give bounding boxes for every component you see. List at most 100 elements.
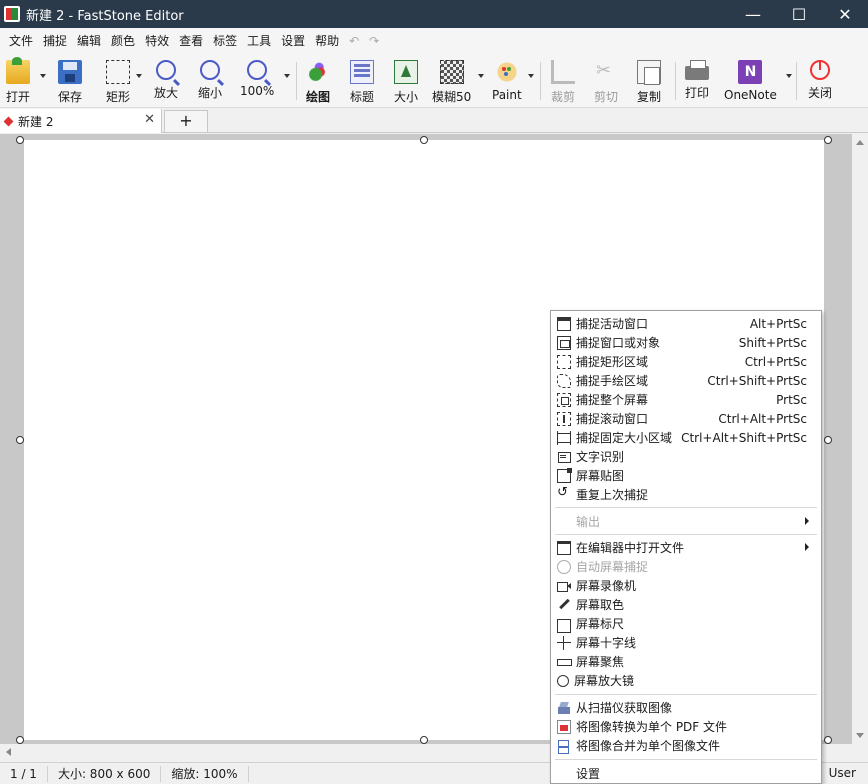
menu-item-magnifier[interactable]: 屏幕放大镜 (553, 671, 819, 690)
resize-handle[interactable] (420, 736, 428, 744)
menu-item-repeat-capture[interactable]: 重复上次捕捉 (553, 485, 819, 504)
menu-tabs[interactable]: 标签 (208, 28, 242, 54)
menu-help[interactable]: 帮助 (310, 28, 344, 54)
menu-item-settings[interactable]: 设置 (553, 764, 819, 783)
open-dropdown-arrow[interactable] (40, 74, 46, 78)
menu-item-merge-images[interactable]: 将图像合并为单个图像文件 (553, 736, 819, 755)
menu-item-capture-freehand[interactable]: 捕捉手绘区域 Ctrl+Shift+PrtSc (553, 371, 819, 390)
draw-button[interactable]: 绘图 (306, 58, 330, 106)
close-window-button[interactable]: ✕ (822, 0, 868, 28)
zoom-dropdown-arrow[interactable] (284, 74, 290, 78)
resize-handle[interactable] (824, 736, 832, 744)
onenote-label: OneNote (724, 88, 777, 102)
menu-item-open-in-editor[interactable]: 在编辑器中打开文件 (553, 538, 819, 557)
redo-icon[interactable]: ↷ (364, 34, 384, 48)
menu-item-screen-ruler[interactable]: 屏幕标尺 (553, 614, 819, 633)
zoom-level-button[interactable]: 100% (240, 58, 274, 106)
menu-file[interactable]: 文件 (4, 28, 38, 54)
tab-close-icon[interactable]: ✕ (144, 112, 155, 127)
menu-item-scanner[interactable]: 从扫描仪获取图像 (553, 698, 819, 717)
menu-tools[interactable]: 工具 (242, 28, 276, 54)
menu-item-convert-pdf[interactable]: 将图像转换为单个 PDF 文件 (553, 717, 819, 736)
print-button[interactable]: 打印 (685, 58, 709, 106)
menu-item-screen-pin[interactable]: 屏幕贴图 (553, 466, 819, 485)
menu-item-capture-rect-region[interactable]: 捕捉矩形区域 Ctrl+PrtSc (553, 352, 819, 371)
menu-item-auto-capture[interactable]: 自动屏幕捕捉 (553, 557, 819, 576)
caption-label: 标题 (350, 90, 375, 104)
zoom-in-button[interactable]: 放大 (154, 58, 178, 106)
menu-item-capture-active-window[interactable]: 捕捉活动窗口 Alt+PrtSc (553, 314, 819, 333)
zoom-out-button[interactable]: 缩小 (198, 58, 222, 106)
resize-handle[interactable] (420, 136, 428, 144)
menu-item-capture-scroll-window[interactable]: 捕捉滚动窗口 Ctrl+Alt+PrtSc (553, 409, 819, 428)
resize-button[interactable]: 大小 (394, 58, 418, 106)
zoom-level-label: 100% (240, 84, 275, 98)
scroll-up-icon[interactable] (856, 140, 864, 145)
add-tab-button[interactable]: + (164, 110, 208, 132)
user-label: User (828, 766, 856, 780)
menu-effects[interactable]: 特效 (140, 28, 174, 54)
menu-item-label: 屏幕标尺 (576, 617, 625, 631)
scroll-window-icon (557, 411, 571, 426)
menu-separator (555, 694, 817, 695)
resize-handle[interactable] (824, 136, 832, 144)
magnifier-icon (557, 674, 569, 687)
onenote-dropdown-arrow[interactable] (786, 74, 792, 78)
copy-label: 复制 (637, 90, 662, 104)
resize-handle[interactable] (16, 736, 24, 744)
menu-edit[interactable]: 编辑 (72, 28, 106, 54)
rectangle-button[interactable]: 矩形 (106, 58, 130, 106)
focus-icon (557, 655, 572, 669)
scroll-down-icon[interactable] (856, 733, 864, 738)
menu-item-capture-full-screen[interactable]: 捕捉整个屏幕 PrtSc (553, 390, 819, 409)
copy-button[interactable]: 复制 (637, 58, 661, 106)
menu-item-output[interactable]: 输出 (553, 512, 819, 531)
tab-new-2[interactable]: 新建 2 ✕ (0, 109, 162, 133)
modified-diamond-icon (3, 116, 14, 126)
menu-item-capture-window-object[interactable]: 捕捉窗口或对象 Shift+PrtSc (553, 333, 819, 352)
menu-item-label: 屏幕贴图 (576, 469, 625, 483)
toolbar-separator (675, 62, 676, 100)
maximize-button[interactable]: ☐ (776, 0, 822, 28)
caption-button[interactable]: 标题 (350, 58, 374, 106)
menu-item-shortcut: Ctrl+Alt+Shift+PrtSc (681, 430, 807, 445)
zoom-in-label: 放大 (154, 86, 179, 100)
save-button[interactable]: 保存 (58, 58, 82, 106)
full-screen-icon (557, 392, 571, 407)
menu-item-capture-fixed-region[interactable]: 捕捉固定大小区域 Ctrl+Alt+Shift+PrtSc (553, 428, 819, 447)
menu-color[interactable]: 颜色 (106, 28, 140, 54)
fixed-region-icon (557, 430, 571, 445)
scissors-icon (594, 60, 618, 84)
menu-item-shortcut: Ctrl+Shift+PrtSc (707, 373, 807, 388)
menu-item-screen-focus[interactable]: 屏幕聚焦 (553, 652, 819, 671)
menu-item-ocr[interactable]: 文字识别 (553, 447, 819, 466)
menu-view[interactable]: 查看 (174, 28, 208, 54)
cut-button[interactable]: 剪切 (594, 58, 618, 106)
open-button[interactable]: 打开 (6, 57, 30, 106)
menu-item-screen-recorder[interactable]: 屏幕录像机 (553, 576, 819, 595)
menu-item-color-picker[interactable]: 屏幕取色 (553, 595, 819, 614)
paint-dropdown-arrow[interactable] (528, 74, 534, 78)
toolbar-separator (296, 62, 297, 100)
blur-button[interactable]: 模糊50 (432, 58, 471, 106)
menu-separator (555, 507, 817, 508)
zoom-out-icon (200, 60, 220, 80)
submenu-arrow-icon (805, 517, 809, 525)
onenote-button[interactable]: OneNote (724, 58, 777, 106)
resize-handle[interactable] (824, 436, 832, 444)
menu-capture[interactable]: 捕捉 (38, 28, 72, 54)
undo-icon[interactable]: ↶ (344, 34, 364, 48)
rectangle-dropdown-arrow[interactable] (136, 74, 142, 78)
palette-draw-icon (306, 60, 330, 84)
resize-handle[interactable] (16, 136, 24, 144)
paint-button[interactable]: Paint (492, 58, 522, 106)
minimize-button[interactable]: — (730, 0, 776, 28)
scroll-left-icon[interactable] (6, 748, 11, 756)
vertical-scrollbar[interactable] (852, 134, 868, 744)
menu-item-crosshair[interactable]: 屏幕十字线 (553, 633, 819, 652)
menu-settings[interactable]: 设置 (276, 28, 310, 54)
close-image-button[interactable]: 关闭 (808, 58, 832, 106)
resize-handle[interactable] (16, 436, 24, 444)
blur-dropdown-arrow[interactable] (478, 74, 484, 78)
crop-button[interactable]: 裁剪 (551, 58, 575, 106)
